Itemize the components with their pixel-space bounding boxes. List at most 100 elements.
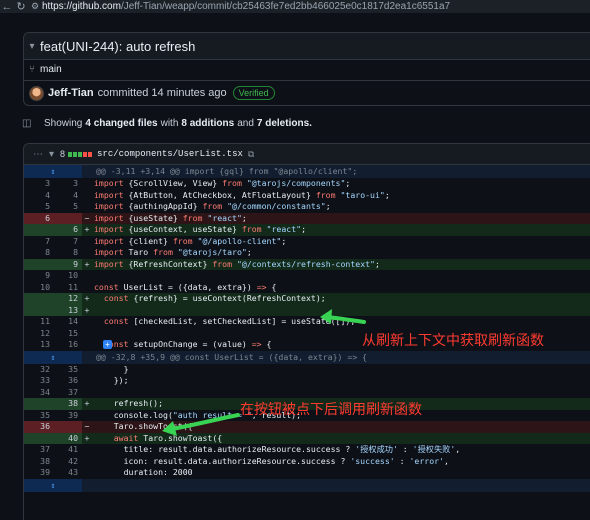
old-line-number[interactable] xyxy=(24,304,54,316)
old-line-number[interactable]: 39 xyxy=(24,467,54,479)
new-line-number[interactable]: 11 xyxy=(54,282,82,294)
new-line-number[interactable]: 37 xyxy=(54,387,82,399)
diff-marker xyxy=(82,201,92,213)
back-icon[interactable]: ← xyxy=(0,1,14,13)
code-text: title: result.data.authorizeResource.suc… xyxy=(94,444,461,454)
new-line-number[interactable]: 15 xyxy=(54,328,82,340)
new-line-number[interactable]: 10 xyxy=(54,270,82,282)
diff-marker: − xyxy=(82,421,92,433)
diff-line: 9 10 xyxy=(24,270,590,282)
new-line-number[interactable]: 6 xyxy=(54,224,82,236)
new-line-number[interactable] xyxy=(54,421,82,433)
new-line-number[interactable]: 13 xyxy=(54,304,82,316)
old-line-number[interactable]: 4 xyxy=(24,190,54,202)
diff-line: 32 35 } xyxy=(24,364,590,376)
new-line-number[interactable]: 40 xyxy=(54,432,82,444)
new-line-number[interactable]: 16 xyxy=(54,339,82,351)
address-bar[interactable]: https://github.com/Jeff-Tian/weapp/commi… xyxy=(42,1,450,12)
old-line-number[interactable]: 13 xyxy=(24,339,54,351)
chevron-down-icon[interactable]: ▾ xyxy=(24,41,40,52)
file-path[interactable]: src/components/UserList.tsx xyxy=(97,149,243,159)
old-line-number[interactable]: 33 xyxy=(24,375,54,387)
diff-marker xyxy=(82,467,92,479)
old-line-number[interactable] xyxy=(24,398,54,410)
verified-badge[interactable]: Verified xyxy=(232,86,275,100)
new-line-number[interactable]: 38 xyxy=(54,398,82,410)
old-line-number[interactable]: 3 xyxy=(24,178,54,190)
new-line-number[interactable]: 42 xyxy=(54,456,82,468)
old-line-number[interactable]: 34 xyxy=(24,387,54,399)
diff-marker xyxy=(82,247,92,259)
old-line-number[interactable]: 5 xyxy=(24,201,54,213)
new-line-number[interactable]: 9 xyxy=(54,258,82,270)
new-line-number[interactable]: 3 xyxy=(54,178,82,190)
site-settings-icon[interactable]: ⚙ xyxy=(28,1,42,12)
branch-row: ⑂ main xyxy=(24,60,62,78)
old-line-number[interactable]: 10 xyxy=(24,282,54,294)
diff-line: 3 3 import {ScrollView, View} from "@taroj… xyxy=(24,178,590,190)
new-line-number[interactable]: 4 xyxy=(54,190,82,202)
copy-icon[interactable]: ⧉ xyxy=(248,149,254,160)
avatar[interactable] xyxy=(29,85,44,101)
old-line-number[interactable]: 12 xyxy=(24,328,54,340)
expand-all-icon[interactable]: ⋯ xyxy=(33,149,43,160)
diff-line: 4 4 import {AtButton, AtCheckbox, AtFloatL… xyxy=(24,190,590,202)
diff-marker: + xyxy=(82,293,92,305)
old-line-number[interactable]: 36 xyxy=(24,421,54,433)
file-tree-toggle-icon[interactable]: ◫ xyxy=(22,118,36,129)
new-line-number[interactable]: 14 xyxy=(54,316,82,328)
author-name[interactable]: Jeff-Tian xyxy=(48,87,94,99)
new-line-number[interactable]: 36 xyxy=(54,375,82,387)
old-line-number[interactable] xyxy=(24,258,54,270)
diff-line: 6 − import {useState} from "react"; xyxy=(24,212,590,224)
hunk-header: ⇕ @@ -32,8 +35,9 @@ const UserList = ({da… xyxy=(24,350,590,364)
diff-marker: + xyxy=(82,224,92,236)
old-line-number[interactable]: 35 xyxy=(24,410,54,422)
diff-line: 40 + await Taro.showToast({ xyxy=(24,432,590,444)
old-line-number[interactable]: 11 xyxy=(24,316,54,328)
add-comment-button[interactable]: + xyxy=(103,340,112,349)
diff-lines: ⇕ @@ -3,11 +3,14 @@ import {gql} from "@a… xyxy=(24,165,590,492)
old-line-number[interactable]: 6 xyxy=(24,212,54,224)
diff-line: 34 37 xyxy=(24,387,590,399)
old-line-number[interactable]: 8 xyxy=(24,247,54,259)
deletions-count: 7 deletions. xyxy=(256,117,312,129)
code-text: duration: 2000 xyxy=(94,467,193,477)
summary-with: with xyxy=(160,117,179,129)
old-line-number[interactable]: 32 xyxy=(24,364,54,376)
new-line-number[interactable]: 39 xyxy=(54,410,82,422)
diff-marker xyxy=(82,387,92,399)
git-branch-icon: ⑂ xyxy=(29,63,35,75)
file-change-count: 8 xyxy=(60,149,66,159)
diff-line: 39 43 duration: 2000 xyxy=(24,467,590,479)
old-line-number[interactable] xyxy=(24,293,54,305)
branch-name[interactable]: main xyxy=(40,64,62,75)
old-line-number[interactable]: 37 xyxy=(24,444,54,456)
diff-line: 9 + import {RefreshContext} from "@/contex… xyxy=(24,258,590,270)
expand-up-icon[interactable]: ⇕ xyxy=(24,165,82,178)
hunk-header-text: @@ -32,8 +35,9 @@ const UserList = ({dat… xyxy=(96,351,368,362)
collapse-chevron-icon[interactable]: ▾ xyxy=(49,149,54,160)
new-line-number[interactable]: 5 xyxy=(54,201,82,213)
old-line-number[interactable]: 7 xyxy=(24,236,54,248)
diff-marker xyxy=(82,444,92,456)
diff-marker xyxy=(82,282,92,294)
new-line-number[interactable]: 12 xyxy=(54,293,82,305)
file-header: ⋯ ▾ 8 src/components/UserList.tsx ⧉ xyxy=(24,144,590,165)
new-line-number[interactable]: 43 xyxy=(54,467,82,479)
old-line-number[interactable] xyxy=(24,432,54,444)
new-line-number[interactable]: 41 xyxy=(54,444,82,456)
old-line-number[interactable] xyxy=(24,224,54,236)
new-line-number[interactable]: 7 xyxy=(54,236,82,248)
refresh-icon[interactable]: ↻ xyxy=(14,0,28,13)
expand-down-icon[interactable]: ⇕ xyxy=(24,478,82,492)
additions-count: 8 additions xyxy=(181,117,235,129)
old-line-number[interactable]: 9 xyxy=(24,270,54,282)
new-line-number[interactable] xyxy=(54,212,82,224)
new-line-number[interactable]: 8 xyxy=(54,247,82,259)
old-line-number[interactable]: 38 xyxy=(24,456,54,468)
new-line-number[interactable]: 35 xyxy=(54,364,82,376)
diff-marker xyxy=(82,270,92,282)
expand-up-icon[interactable]: ⇕ xyxy=(24,350,82,364)
